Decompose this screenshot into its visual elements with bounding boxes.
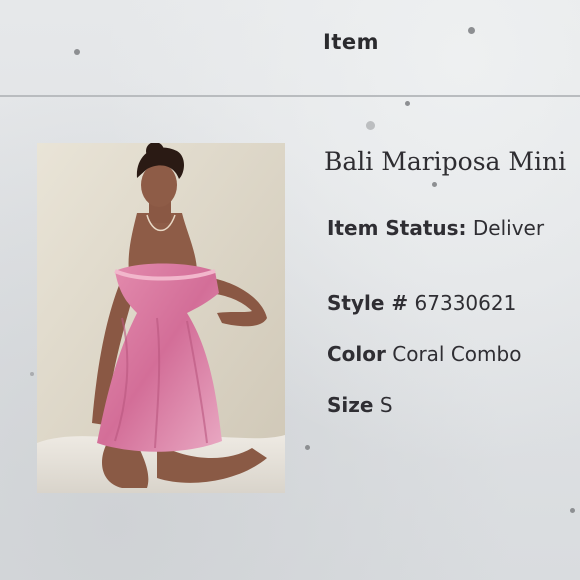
item-color-value: Coral Combo [392, 342, 522, 366]
item-size-value: S [379, 393, 393, 417]
item-status: Item Status: Deliver [327, 216, 544, 240]
item-name[interactable]: Bali Mariposa Mini [324, 147, 566, 176]
product-photo[interactable] [37, 143, 285, 493]
item-size-label: Size [327, 393, 374, 417]
item-style-label: Style # [327, 291, 409, 315]
dust-speck [366, 121, 375, 130]
dust-speck [468, 27, 475, 34]
dust-speck [570, 508, 575, 513]
table-header: Item [0, 0, 580, 95]
item-color-label: Color [327, 342, 386, 366]
header-divider [0, 95, 580, 97]
item-style-value: 67330621 [414, 291, 517, 315]
screen: Item Bali Mariposa Mini Item Status: Del… [0, 0, 580, 580]
dust-speck [405, 101, 410, 106]
item-style: Style # 67330621 [327, 291, 516, 315]
column-header-item: Item [323, 30, 379, 54]
dust-speck [74, 49, 80, 55]
item-color: Color Coral Combo [327, 342, 521, 366]
dust-speck [30, 372, 34, 376]
dust-speck [305, 445, 310, 450]
item-size: Size S [327, 393, 393, 417]
item-status-value: Deliver [472, 216, 545, 240]
product-photo-illustration [37, 143, 285, 493]
dust-speck [432, 182, 437, 187]
item-status-label: Item Status: [327, 216, 467, 240]
